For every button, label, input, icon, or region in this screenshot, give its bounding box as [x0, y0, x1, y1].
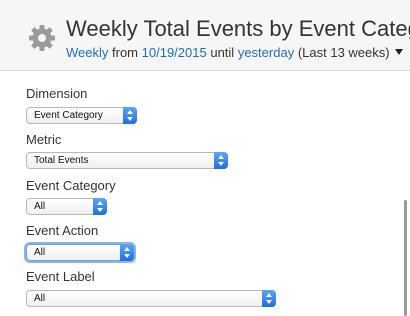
start-date-link[interactable]: 10/19/2015	[142, 45, 207, 60]
report-header: Weekly Total Events by Event Catego Week…	[0, 0, 410, 71]
event-label-select[interactable]: All	[26, 290, 276, 307]
report-title: Weekly Total Events by Event Catego	[66, 16, 410, 41]
until-text: until	[210, 45, 235, 60]
event-action-select[interactable]: All	[26, 244, 134, 261]
chevron-up-down-icon	[262, 290, 276, 307]
metric-select[interactable]: Total Events	[26, 152, 228, 169]
filter-panel: Dimension Event Category Metric Total Ev…	[0, 71, 410, 316]
event-category-label: Event Category	[26, 178, 116, 193]
metric-select-value: Total Events	[34, 155, 89, 166]
chevron-up-down-icon	[93, 198, 107, 215]
event-action-select-value: All	[34, 247, 46, 258]
metric-label: Metric	[26, 132, 62, 147]
range-note: (Last 13 weeks)	[297, 45, 390, 60]
gear-icon[interactable]	[28, 24, 56, 52]
event-label-select-value: All	[34, 293, 46, 304]
event-label-label: Event Label	[26, 269, 95, 284]
period-link[interactable]: Weekly	[66, 45, 108, 60]
date-range-subtitle: Weekly from 10/19/2015 until yesterday (…	[66, 45, 403, 61]
dimension-select[interactable]: Event Category	[26, 107, 137, 124]
chevron-down-icon[interactable]	[394, 49, 403, 55]
chevron-up-down-icon	[120, 244, 134, 261]
event-category-select-value: All	[34, 201, 46, 212]
dimension-select-value: Event Category	[34, 110, 103, 121]
end-date-link[interactable]: yesterday	[238, 45, 294, 60]
scrollbar[interactable]	[404, 200, 407, 316]
dimension-label: Dimension	[26, 86, 88, 101]
chevron-up-down-icon	[123, 107, 137, 124]
chevron-up-down-icon	[214, 152, 228, 169]
event-category-select[interactable]: All	[26, 198, 107, 215]
event-action-label: Event Action	[26, 223, 99, 238]
from-text: from	[112, 45, 139, 60]
